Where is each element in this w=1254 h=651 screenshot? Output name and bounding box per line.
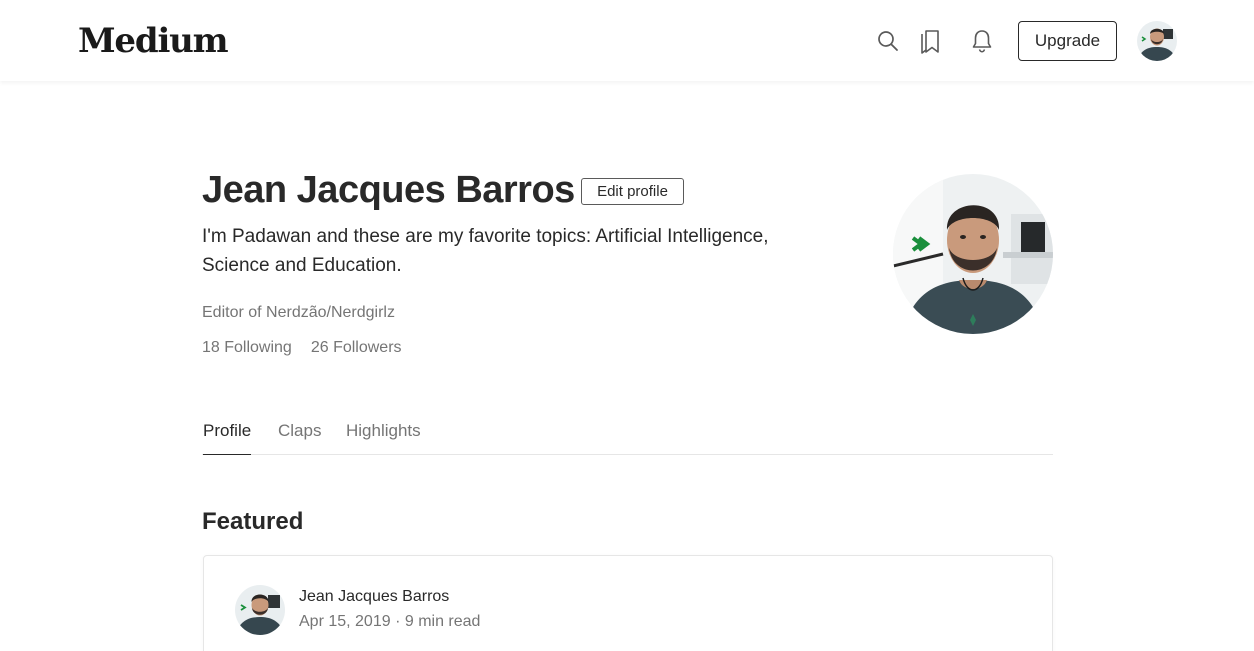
followers-link[interactable]: 26 Followers <box>311 336 402 360</box>
featured-story-card[interactable]: Jean Jacques Barros Apr 15, 2019 · 9 min… <box>203 555 1053 651</box>
profile-tabs: Profile Claps Highlights <box>202 418 1053 455</box>
top-navigation-bar: Medium Upgrade <box>0 0 1254 81</box>
tab-profile[interactable]: Profile <box>203 418 252 455</box>
tab-highlights[interactable]: Highlights <box>346 418 421 455</box>
medium-logo[interactable]: Medium <box>78 20 229 62</box>
upgrade-button[interactable]: Upgrade <box>1018 21 1117 61</box>
featured-heading: Featured <box>202 508 304 535</box>
bell-icon[interactable] <box>969 27 995 55</box>
edit-profile-button[interactable]: Edit profile <box>581 178 684 205</box>
user-avatar[interactable] <box>1137 21 1177 61</box>
editor-of-publication[interactable]: Editor of Nerdzão/Nerdgirlz <box>202 301 395 325</box>
following-link[interactable]: 18 Following <box>202 336 292 360</box>
author-avatar[interactable] <box>235 585 285 635</box>
follow-stats: 18 Following 26 Followers <box>202 336 402 360</box>
profile-name: Jean Jacques Barros <box>202 169 575 211</box>
meta-separator: · <box>395 613 405 630</box>
profile-bio: I'm Padawan and these are my favorite to… <box>202 226 769 276</box>
search-icon[interactable] <box>875 27 901 55</box>
bookmarks-icon[interactable] <box>918 27 944 55</box>
story-meta: Apr 15, 2019 · 9 min read <box>299 611 480 633</box>
story-date: Apr 15, 2019 <box>299 613 391 630</box>
story-read-time: 9 min read <box>404 613 481 630</box>
profile-photo <box>893 174 1053 334</box>
story-author-name[interactable]: Jean Jacques Barros <box>299 586 449 608</box>
tab-claps[interactable]: Claps <box>278 418 321 455</box>
